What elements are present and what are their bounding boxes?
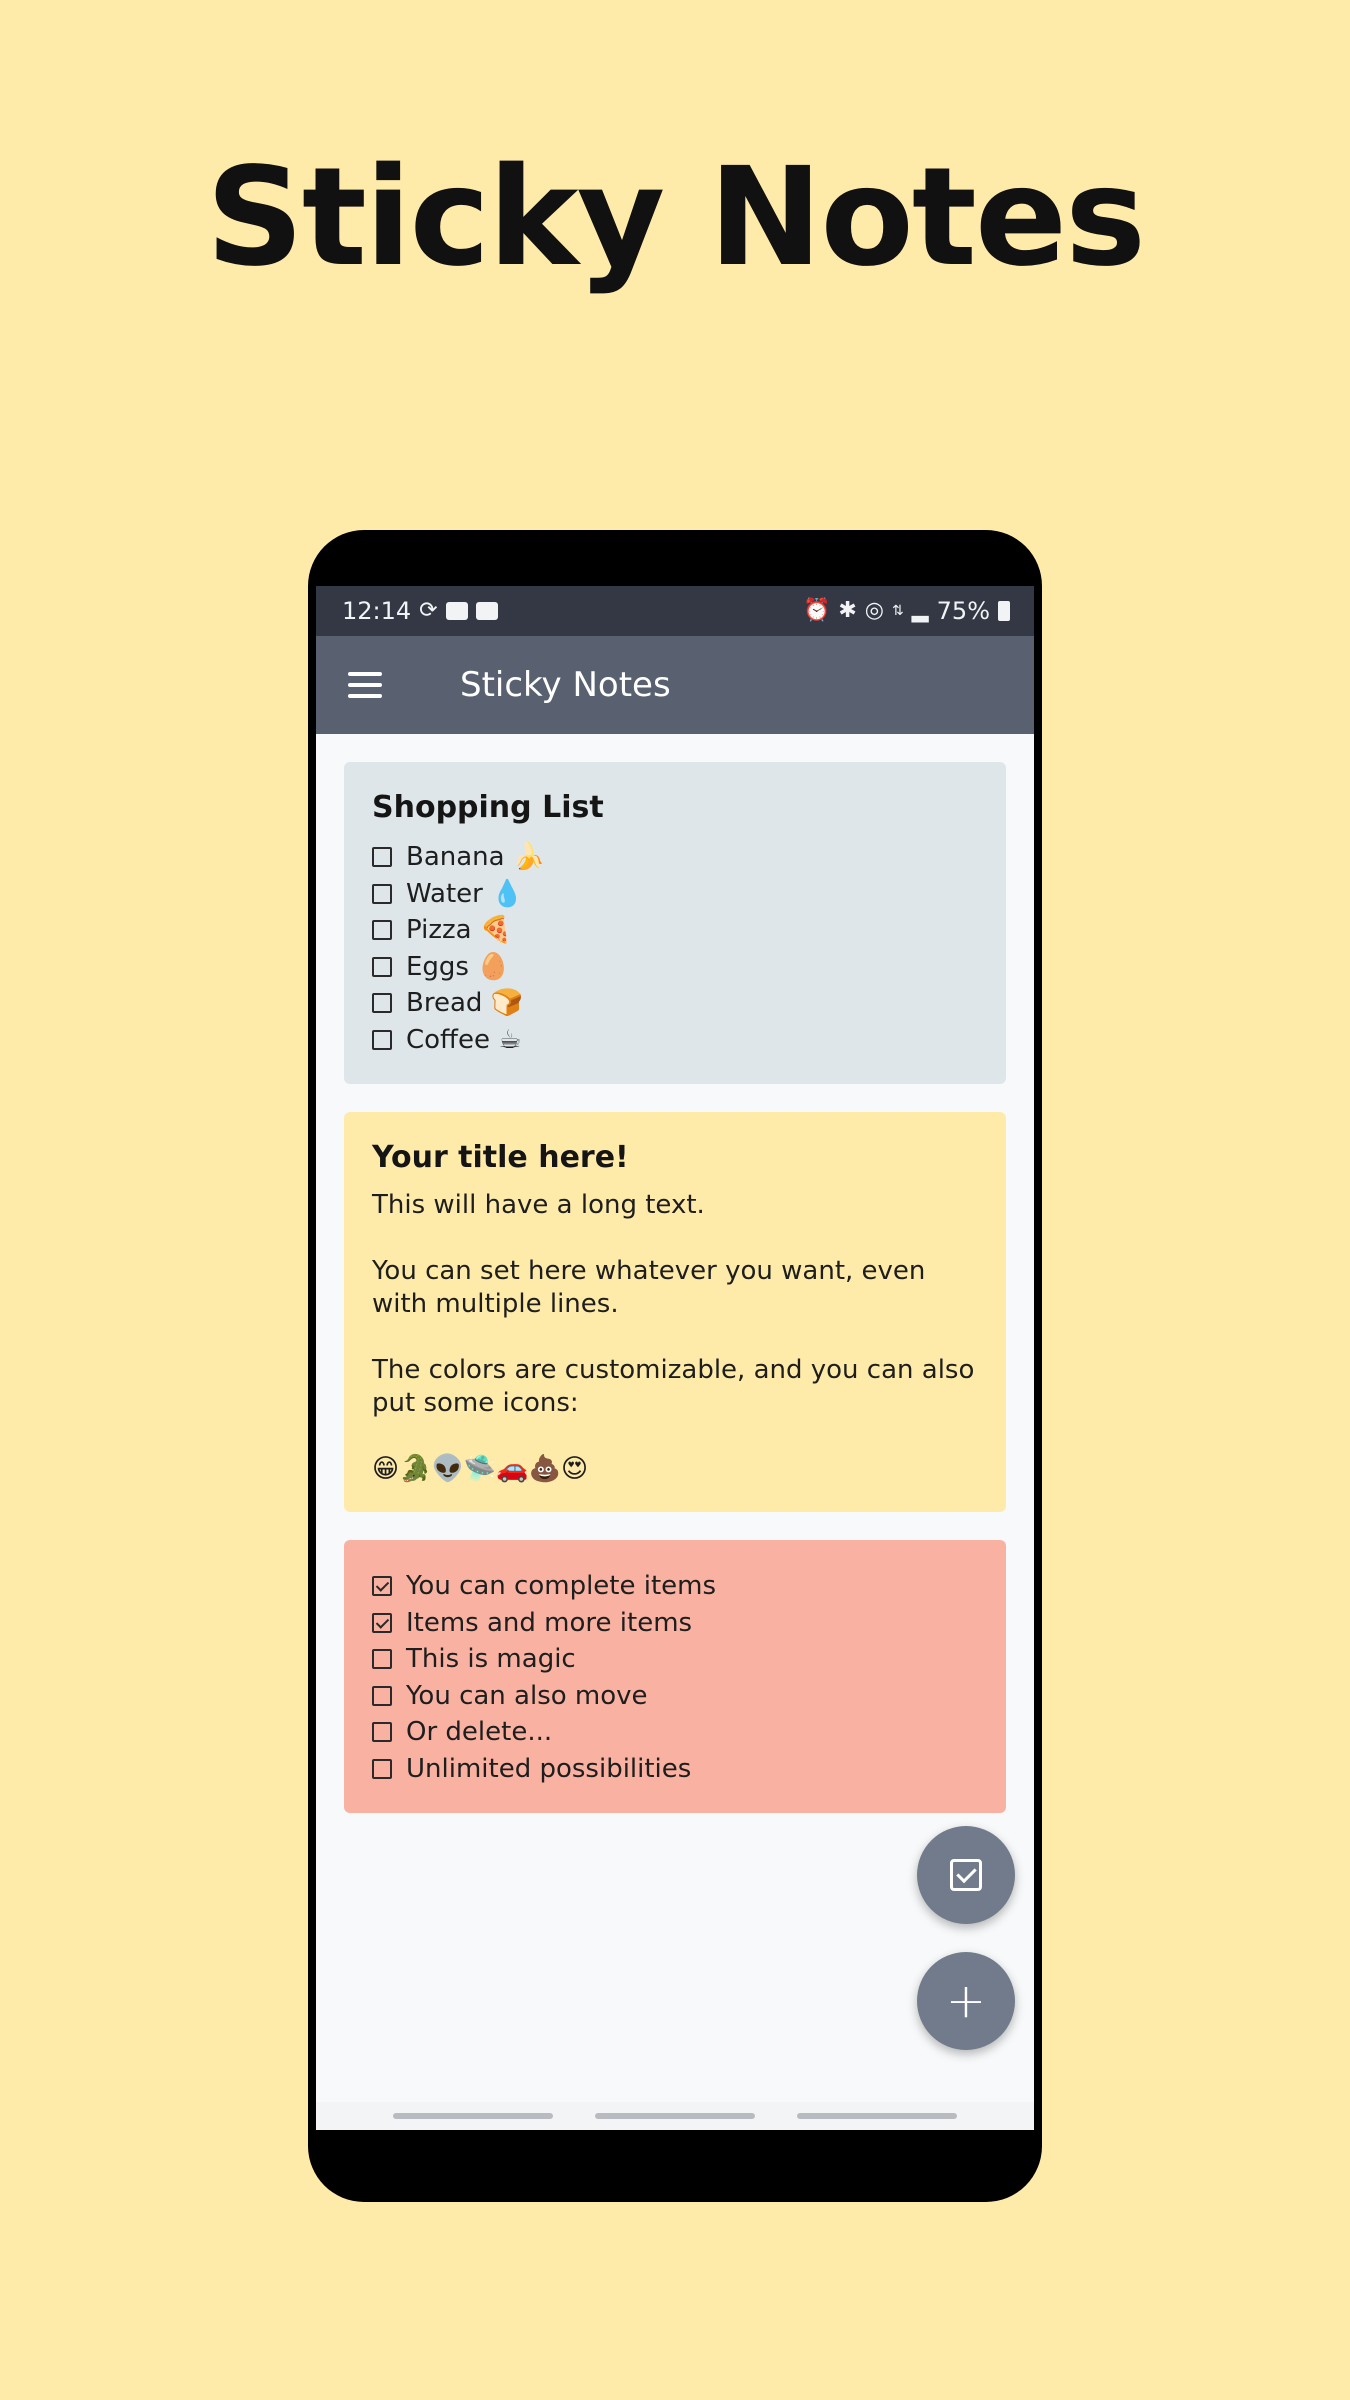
checklist-item-label: Pizza 🍕 xyxy=(406,915,513,945)
battery-icon xyxy=(998,601,1010,621)
image-icon xyxy=(445,602,468,620)
promo-title: Sticky Notes xyxy=(205,139,1146,297)
unchecked-box-icon[interactable] xyxy=(372,1722,392,1743)
note-card[interactable]: Shopping List Banana 🍌 Water 💧 Pizza 🍕 Eggs … xyxy=(344,762,1006,1084)
status-time: 12:14 xyxy=(342,597,412,625)
nav-handle-center[interactable] xyxy=(595,2113,755,2119)
status-bar: 12:14 ⟳ ⏰ ✱ ◎ ⇅ ▂ 75% xyxy=(316,586,1034,636)
unchecked-box-icon[interactable] xyxy=(372,1029,392,1050)
signal-icon: ▂ xyxy=(911,598,929,623)
checklist-item-label: Eggs 🥚 xyxy=(406,951,510,982)
battery-percent: 75% xyxy=(936,597,990,625)
alarm-icon: ⏰ xyxy=(802,598,831,623)
checklist-item[interactable]: You can complete items xyxy=(372,1568,978,1605)
checklist-item-label: Unlimited possibilities xyxy=(406,1753,692,1784)
unchecked-box-icon[interactable] xyxy=(372,1758,392,1779)
nav-handle-right[interactable] xyxy=(797,2113,957,2119)
note-paragraph: This will have a long text. xyxy=(372,1190,705,1220)
checklist-item-label: Water 💧 xyxy=(406,878,524,909)
status-left: 12:14 ⟳ xyxy=(342,597,498,625)
nav-handle-left[interactable] xyxy=(393,2113,553,2119)
mail-icon xyxy=(475,602,498,620)
note-title: Your title here! xyxy=(372,1140,629,1175)
checklist-item[interactable]: Water 💧 xyxy=(372,876,978,913)
app-bar: Sticky Notes xyxy=(316,636,1034,734)
checklist-item-label: Banana 🍌 xyxy=(406,842,546,872)
checklist-item[interactable]: Items and more items xyxy=(372,1605,978,1642)
unchecked-box-icon[interactable] xyxy=(372,993,392,1014)
checklist-item-label: You can complete items xyxy=(406,1571,717,1601)
note-paragraph: You can set here whatever you want, even… xyxy=(372,1256,926,1319)
plus-icon: + xyxy=(945,1973,987,2029)
add-checklist-button[interactable] xyxy=(917,1826,1015,1924)
note-paragraph: 😁🐊👽🛸🚗💩😍 xyxy=(372,1454,589,1484)
checklist: You can complete items Items and more ite… xyxy=(372,1568,978,1787)
note-body: This will have a long text. You can set h… xyxy=(372,1189,978,1486)
checklist-item[interactable]: Bread 🍞 xyxy=(372,985,978,1022)
checklist-item[interactable]: This is magic xyxy=(372,1641,978,1678)
note-card[interactable]: Your title here! This will have a long te… xyxy=(344,1112,1006,1512)
bluetooth-icon: ✱ xyxy=(838,598,857,623)
sync-icon: ⟳ xyxy=(419,598,438,623)
phone-screen: 12:14 ⟳ ⏰ ✱ ◎ ⇅ ▂ 75% Sticky Notes Shopp… xyxy=(316,586,1034,2130)
checklist-item-label: You can also move xyxy=(406,1680,648,1711)
notes-list: Shopping List Banana 🍌 Water 💧 Pizza 🍕 Eggs … xyxy=(316,734,1034,1813)
unchecked-box-icon[interactable] xyxy=(372,920,392,941)
note-card[interactable]: You can complete items Items and more ite… xyxy=(344,1540,1006,1813)
check-square-icon xyxy=(950,1859,982,1891)
checklist-item-label: This is magic xyxy=(406,1644,576,1674)
unchecked-box-icon[interactable] xyxy=(372,883,392,904)
hotspot-icon: ◎ xyxy=(864,598,884,623)
network-4g-icon: ⇅ xyxy=(892,603,904,619)
checked-box-icon[interactable] xyxy=(372,1576,392,1597)
checklist-item[interactable]: Eggs 🥚 xyxy=(372,949,978,986)
unchecked-box-icon[interactable] xyxy=(372,956,392,977)
note-paragraph: The colors are customizable, and you can… xyxy=(372,1355,975,1418)
menu-icon[interactable] xyxy=(348,672,382,698)
unchecked-box-icon[interactable] xyxy=(372,847,392,868)
unchecked-box-icon[interactable] xyxy=(372,1649,392,1670)
unchecked-box-icon[interactable] xyxy=(372,1685,392,1706)
status-right: ⏰ ✱ ◎ ⇅ ▂ 75% xyxy=(803,597,1010,625)
note-title: Shopping List xyxy=(372,790,604,825)
phone-frame: 12:14 ⟳ ⏰ ✱ ◎ ⇅ ▂ 75% Sticky Notes Shopp… xyxy=(308,530,1042,2202)
checklist-item-label: Bread 🍞 xyxy=(406,988,524,1018)
checklist-item[interactable]: Banana 🍌 xyxy=(372,839,978,876)
app-title: Sticky Notes xyxy=(460,665,671,705)
navigation-bar xyxy=(316,2102,1034,2130)
checklist-item-label: Or delete... xyxy=(406,1717,553,1747)
checklist-item-label: Items and more items xyxy=(406,1607,693,1638)
checklist-item[interactable]: Pizza 🍕 xyxy=(372,912,978,949)
checklist-item[interactable]: You can also move xyxy=(372,1678,978,1715)
checked-box-icon[interactable] xyxy=(372,1612,392,1633)
add-note-button[interactable]: + xyxy=(917,1952,1015,2050)
checklist-item-label: Coffee ☕ xyxy=(406,1024,522,1055)
checklist: Banana 🍌 Water 💧 Pizza 🍕 Eggs 🥚 Bread 🍞 Coffe… xyxy=(372,839,978,1058)
checklist-item[interactable]: Or delete... xyxy=(372,1714,978,1751)
checklist-item[interactable]: Unlimited possibilities xyxy=(372,1751,978,1788)
checklist-item[interactable]: Coffee ☕ xyxy=(372,1022,978,1059)
